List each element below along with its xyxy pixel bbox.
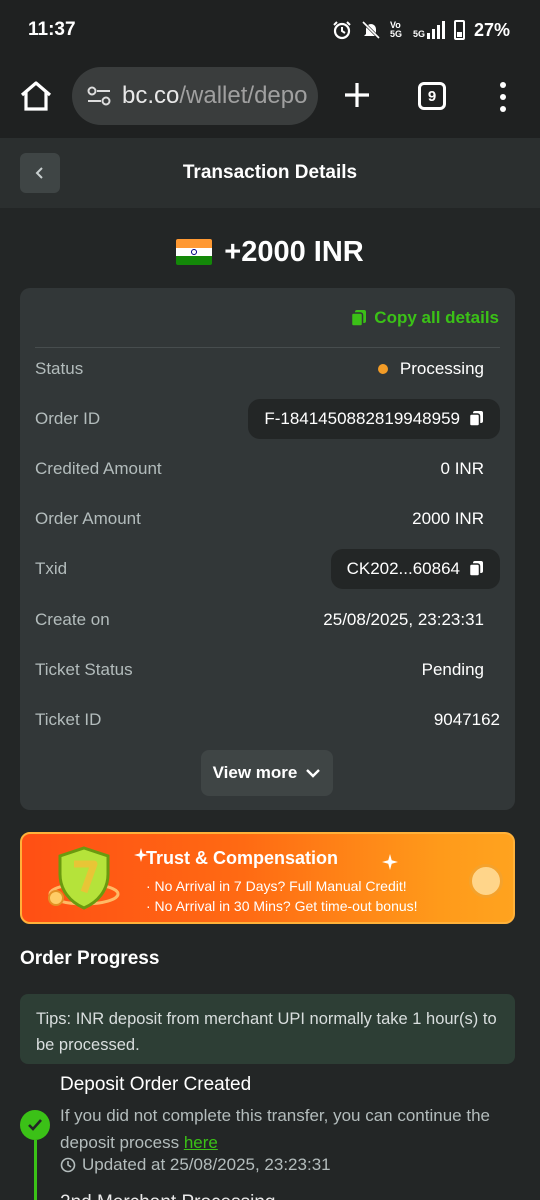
site-settings-icon[interactable] xyxy=(86,85,112,107)
copy-all-details-button[interactable]: Copy all details xyxy=(350,308,499,328)
transaction-amount: +2000 INR xyxy=(224,235,364,268)
detail-row-create-on: Create on 25/08/2025, 23:23:31 xyxy=(35,610,484,629)
new-tab-icon[interactable] xyxy=(340,78,374,112)
status-value: Processing xyxy=(399,359,484,378)
sparkle-icon xyxy=(134,848,148,862)
detail-row-order-amount: Order Amount 2000 INR xyxy=(35,509,484,528)
trust-compensation-banner[interactable]: Trust & Compensation · No Arrival in 7 D… xyxy=(20,832,515,924)
progress-line xyxy=(34,1140,37,1200)
chevron-down-icon xyxy=(306,769,321,778)
status-bar: 11:37 Vo 5G 5G 27% xyxy=(0,0,540,60)
sparkle-icon xyxy=(382,854,398,870)
step-description: If you did not complete this transfer, y… xyxy=(60,1106,490,1152)
page-header: Transaction Details xyxy=(0,138,540,208)
amount-summary: +2000 INR xyxy=(0,230,540,274)
step-complete-check-icon xyxy=(20,1110,50,1140)
page-title: Transaction Details xyxy=(182,162,358,183)
detail-row-credited-amount: Credited Amount 0 INR xyxy=(35,459,484,478)
alarm-icon xyxy=(333,21,351,40)
copy-icon xyxy=(468,561,483,577)
step-title-merchant-processing: 2nd Merchant Processing xyxy=(60,1192,275,1200)
address-bar[interactable]: bc.co/wallet/depo xyxy=(72,67,318,125)
signal-icon: 5G xyxy=(413,21,445,39)
banner-title: Trust & Compensation xyxy=(146,848,339,868)
url-text: bc.co/wallet/depo xyxy=(122,82,308,109)
detail-row-status: Status Processing xyxy=(35,359,484,378)
battery-percent: 27% xyxy=(473,19,510,40)
volte-label: Vo 5G xyxy=(389,20,402,39)
banner-line-2: · No Arrival in 30 Mins? Get time-out bo… xyxy=(146,898,418,914)
status-icons: Vo 5G 5G 27% xyxy=(332,20,510,41)
detail-row-ticket-id: Ticket ID 9047162 xyxy=(35,710,500,729)
view-more-button[interactable]: View more xyxy=(201,750,333,796)
detail-row-txid: Txid CK202...60864 xyxy=(35,549,500,589)
banner-line-1: · No Arrival in 7 Days? Full Manual Cred… xyxy=(146,878,407,894)
bell-off-icon xyxy=(361,20,381,40)
step-updated-time: Updated at 25/08/2025, 23:23:31 xyxy=(60,1155,331,1175)
continue-deposit-link[interactable]: here xyxy=(184,1133,218,1152)
tab-switcher-button[interactable]: 9 xyxy=(418,82,446,110)
deposit-tips: Tips: INR deposit from merchant UPI norm… xyxy=(20,994,515,1064)
detail-row-ticket-status: Ticket Status Pending xyxy=(35,660,484,679)
order-progress-title: Order Progress xyxy=(20,948,160,969)
copy-icon xyxy=(468,411,483,427)
transaction-details-card: Copy all details Status Processing Order… xyxy=(20,288,515,810)
status-dot xyxy=(377,364,388,374)
home-icon[interactable] xyxy=(18,78,54,114)
coin-icon xyxy=(469,864,503,898)
clock-icon xyxy=(60,1157,76,1173)
browser-toolbar: bc.co/wallet/depo 9 xyxy=(0,60,540,138)
more-menu-icon[interactable] xyxy=(496,80,510,114)
battery-icon xyxy=(453,20,465,40)
txid-copy-button[interactable]: CK202...60864 xyxy=(330,549,500,589)
divider xyxy=(35,347,500,348)
shield-seven-icon xyxy=(48,846,120,910)
copy-icon xyxy=(351,310,367,327)
status-time: 11:37 xyxy=(28,19,76,40)
step-title-order-created: Deposit Order Created xyxy=(60,1074,252,1095)
detail-row-order-id: Order ID F-1841450882819948959 xyxy=(35,399,500,439)
india-flag-icon xyxy=(176,239,213,265)
order-id-copy-button[interactable]: F-1841450882819948959 xyxy=(248,399,500,439)
